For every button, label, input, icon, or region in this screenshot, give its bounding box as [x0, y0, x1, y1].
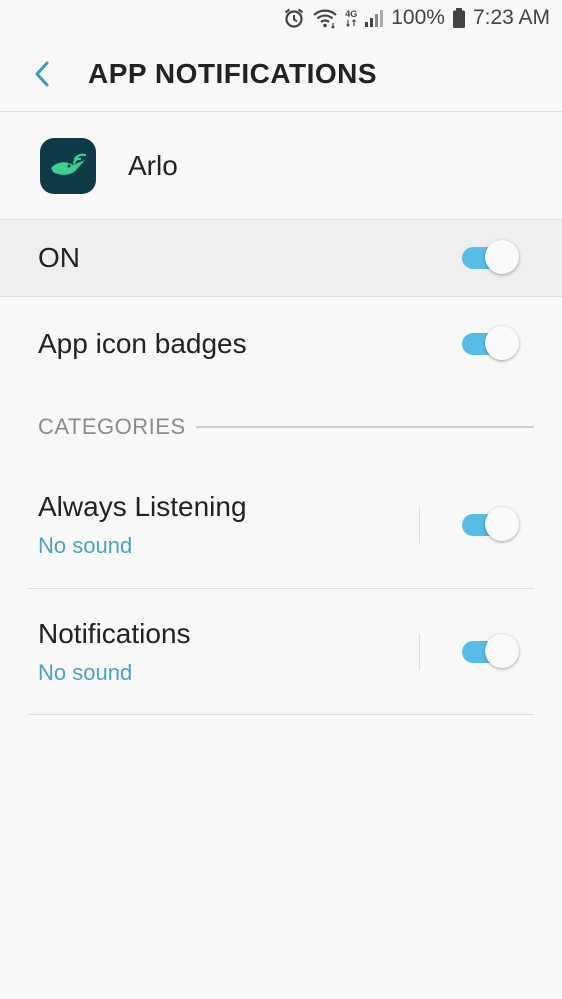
- signal-icon: [364, 8, 384, 28]
- always-listening-switch[interactable]: [460, 507, 520, 543]
- vertical-separator: [419, 634, 420, 670]
- back-button[interactable]: [12, 44, 72, 104]
- app-icon-badges-row[interactable]: App icon badges: [0, 305, 562, 383]
- back-arrow-icon: [35, 61, 49, 87]
- app-icon-badges-label: App icon badges: [38, 328, 247, 359]
- divider: [0, 111, 562, 112]
- divider: [28, 714, 534, 715]
- category-controls: [419, 634, 520, 670]
- category-subtitle: No sound: [38, 660, 133, 685]
- battery-percent: 100%: [391, 6, 445, 29]
- status-bar: 4G 100% 7:23 AM: [0, 0, 562, 36]
- notifications-switch[interactable]: [460, 634, 520, 670]
- app-name: Arlo: [128, 150, 178, 181]
- toggle-knob: [485, 507, 519, 541]
- master-toggle-switch[interactable]: [460, 240, 520, 276]
- category-text: Always Listening No sound: [38, 491, 247, 559]
- category-controls: [419, 507, 520, 543]
- category-subtitle: No sound: [38, 533, 133, 558]
- arlo-bird-icon: [40, 138, 96, 194]
- category-title: Always Listening: [38, 491, 247, 522]
- toggle-knob: [485, 326, 519, 360]
- network-label: 4G: [345, 8, 358, 19]
- vertical-separator: [419, 507, 420, 543]
- categories-header: CATEGORIES: [38, 410, 534, 444]
- app-header: Arlo: [0, 113, 562, 219]
- page-title: APP NOTIFICATIONS: [88, 58, 378, 89]
- category-row-always-listening[interactable]: Always Listening No sound: [0, 462, 562, 588]
- categories-divider: [195, 426, 534, 428]
- clock: 7:23 AM: [472, 6, 550, 29]
- screen: 4G 100% 7:23 AM APP NOTIFICATIONS Arlo O…: [0, 0, 562, 999]
- alarm-icon: [283, 7, 305, 29]
- battery-icon: [452, 7, 466, 29]
- toggle-knob: [485, 634, 519, 668]
- category-row-notifications[interactable]: Notifications No sound: [0, 589, 562, 715]
- divider: [0, 296, 562, 297]
- toggle-knob: [485, 240, 519, 274]
- master-toggle-label: ON: [38, 242, 80, 273]
- app-icon-badges-switch[interactable]: [460, 326, 520, 362]
- app-bar: APP NOTIFICATIONS: [0, 36, 562, 112]
- categories-label: CATEGORIES: [38, 414, 186, 439]
- category-text: Notifications No sound: [38, 618, 191, 686]
- wifi-icon: [312, 7, 338, 29]
- 4g-icon: 4G: [345, 8, 358, 27]
- category-title: Notifications: [38, 618, 191, 649]
- master-toggle-row[interactable]: ON: [0, 220, 562, 296]
